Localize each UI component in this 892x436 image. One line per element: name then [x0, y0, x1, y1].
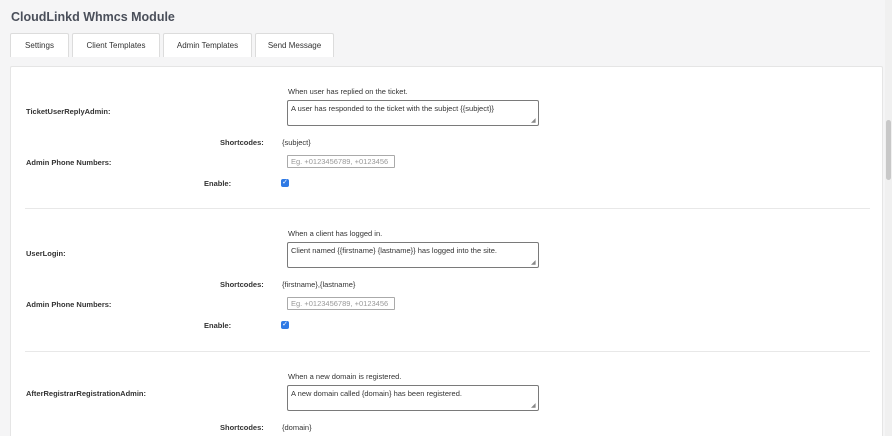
template-message-text: Client named {{firstname} {lastname}} ha… [291, 246, 497, 255]
page-title: CloudLinkd Whmcs Module [11, 10, 175, 24]
template-name-label: TicketUserReplyAdmin: [26, 107, 111, 116]
template-message-textarea[interactable]: A new domain called {domain} has been re… [287, 385, 539, 411]
template-message-text: A user has responded to the ticket with … [291, 104, 495, 113]
template-name-label: UserLogin: [26, 249, 66, 258]
shortcodes-label: Shortcodes: [220, 280, 264, 289]
check-icon: ✓ [282, 179, 288, 186]
tab-bar: Settings Client Templates Admin Template… [10, 33, 337, 57]
template-description: When a new domain is registered. [288, 372, 402, 381]
shortcodes-value: {domain} [282, 423, 312, 432]
template-name-label: AfterRegistrarRegistrationAdmin: [26, 389, 147, 398]
template-message-textarea[interactable]: A user has responded to the ticket with … [287, 100, 539, 126]
tab-client-templates[interactable]: Client Templates [72, 33, 160, 57]
section-divider [25, 351, 870, 352]
shortcodes-value: {subject} [282, 138, 311, 147]
template-message-text: A new domain called {domain} has been re… [291, 389, 462, 398]
shortcodes-value: {firstname},{lastname} [282, 280, 356, 289]
admin-phone-numbers-label: Admin Phone Numbers: [26, 158, 112, 167]
resize-handle-icon[interactable]: ◢ [531, 403, 537, 409]
template-message-textarea[interactable]: Client named {{firstname} {lastname}} ha… [287, 242, 539, 268]
template-description: When a client has logged in. [288, 229, 383, 238]
admin-phone-numbers-label: Admin Phone Numbers: [26, 300, 112, 309]
shortcodes-label: Shortcodes: [220, 423, 264, 432]
section-divider [25, 208, 870, 209]
enable-checkbox[interactable]: ✓ [281, 179, 289, 187]
enable-checkbox[interactable]: ✓ [281, 321, 289, 329]
admin-phone-numbers-input[interactable]: Eg. +0123456789, +0123456 [287, 297, 395, 310]
check-icon: ✓ [282, 321, 288, 328]
enable-label: Enable: [204, 321, 232, 330]
resize-handle-icon[interactable]: ◢ [531, 260, 537, 266]
resize-handle-icon[interactable]: ◢ [531, 118, 537, 124]
admin-phone-numbers-input[interactable]: Eg. +0123456789, +0123456 [287, 155, 395, 168]
enable-label: Enable: [204, 179, 232, 188]
page-scrollbar[interactable] [885, 0, 892, 436]
scrollbar-thumb[interactable] [886, 120, 891, 180]
tab-send-message[interactable]: Send Message [255, 33, 334, 57]
tab-settings[interactable]: Settings [10, 33, 69, 57]
admin-templates-panel: When user has replied on the ticket. A u… [10, 66, 883, 436]
template-description: When user has replied on the ticket. [288, 87, 408, 96]
tab-admin-templates[interactable]: Admin Templates [163, 33, 252, 57]
shortcodes-label: Shortcodes: [220, 138, 264, 147]
